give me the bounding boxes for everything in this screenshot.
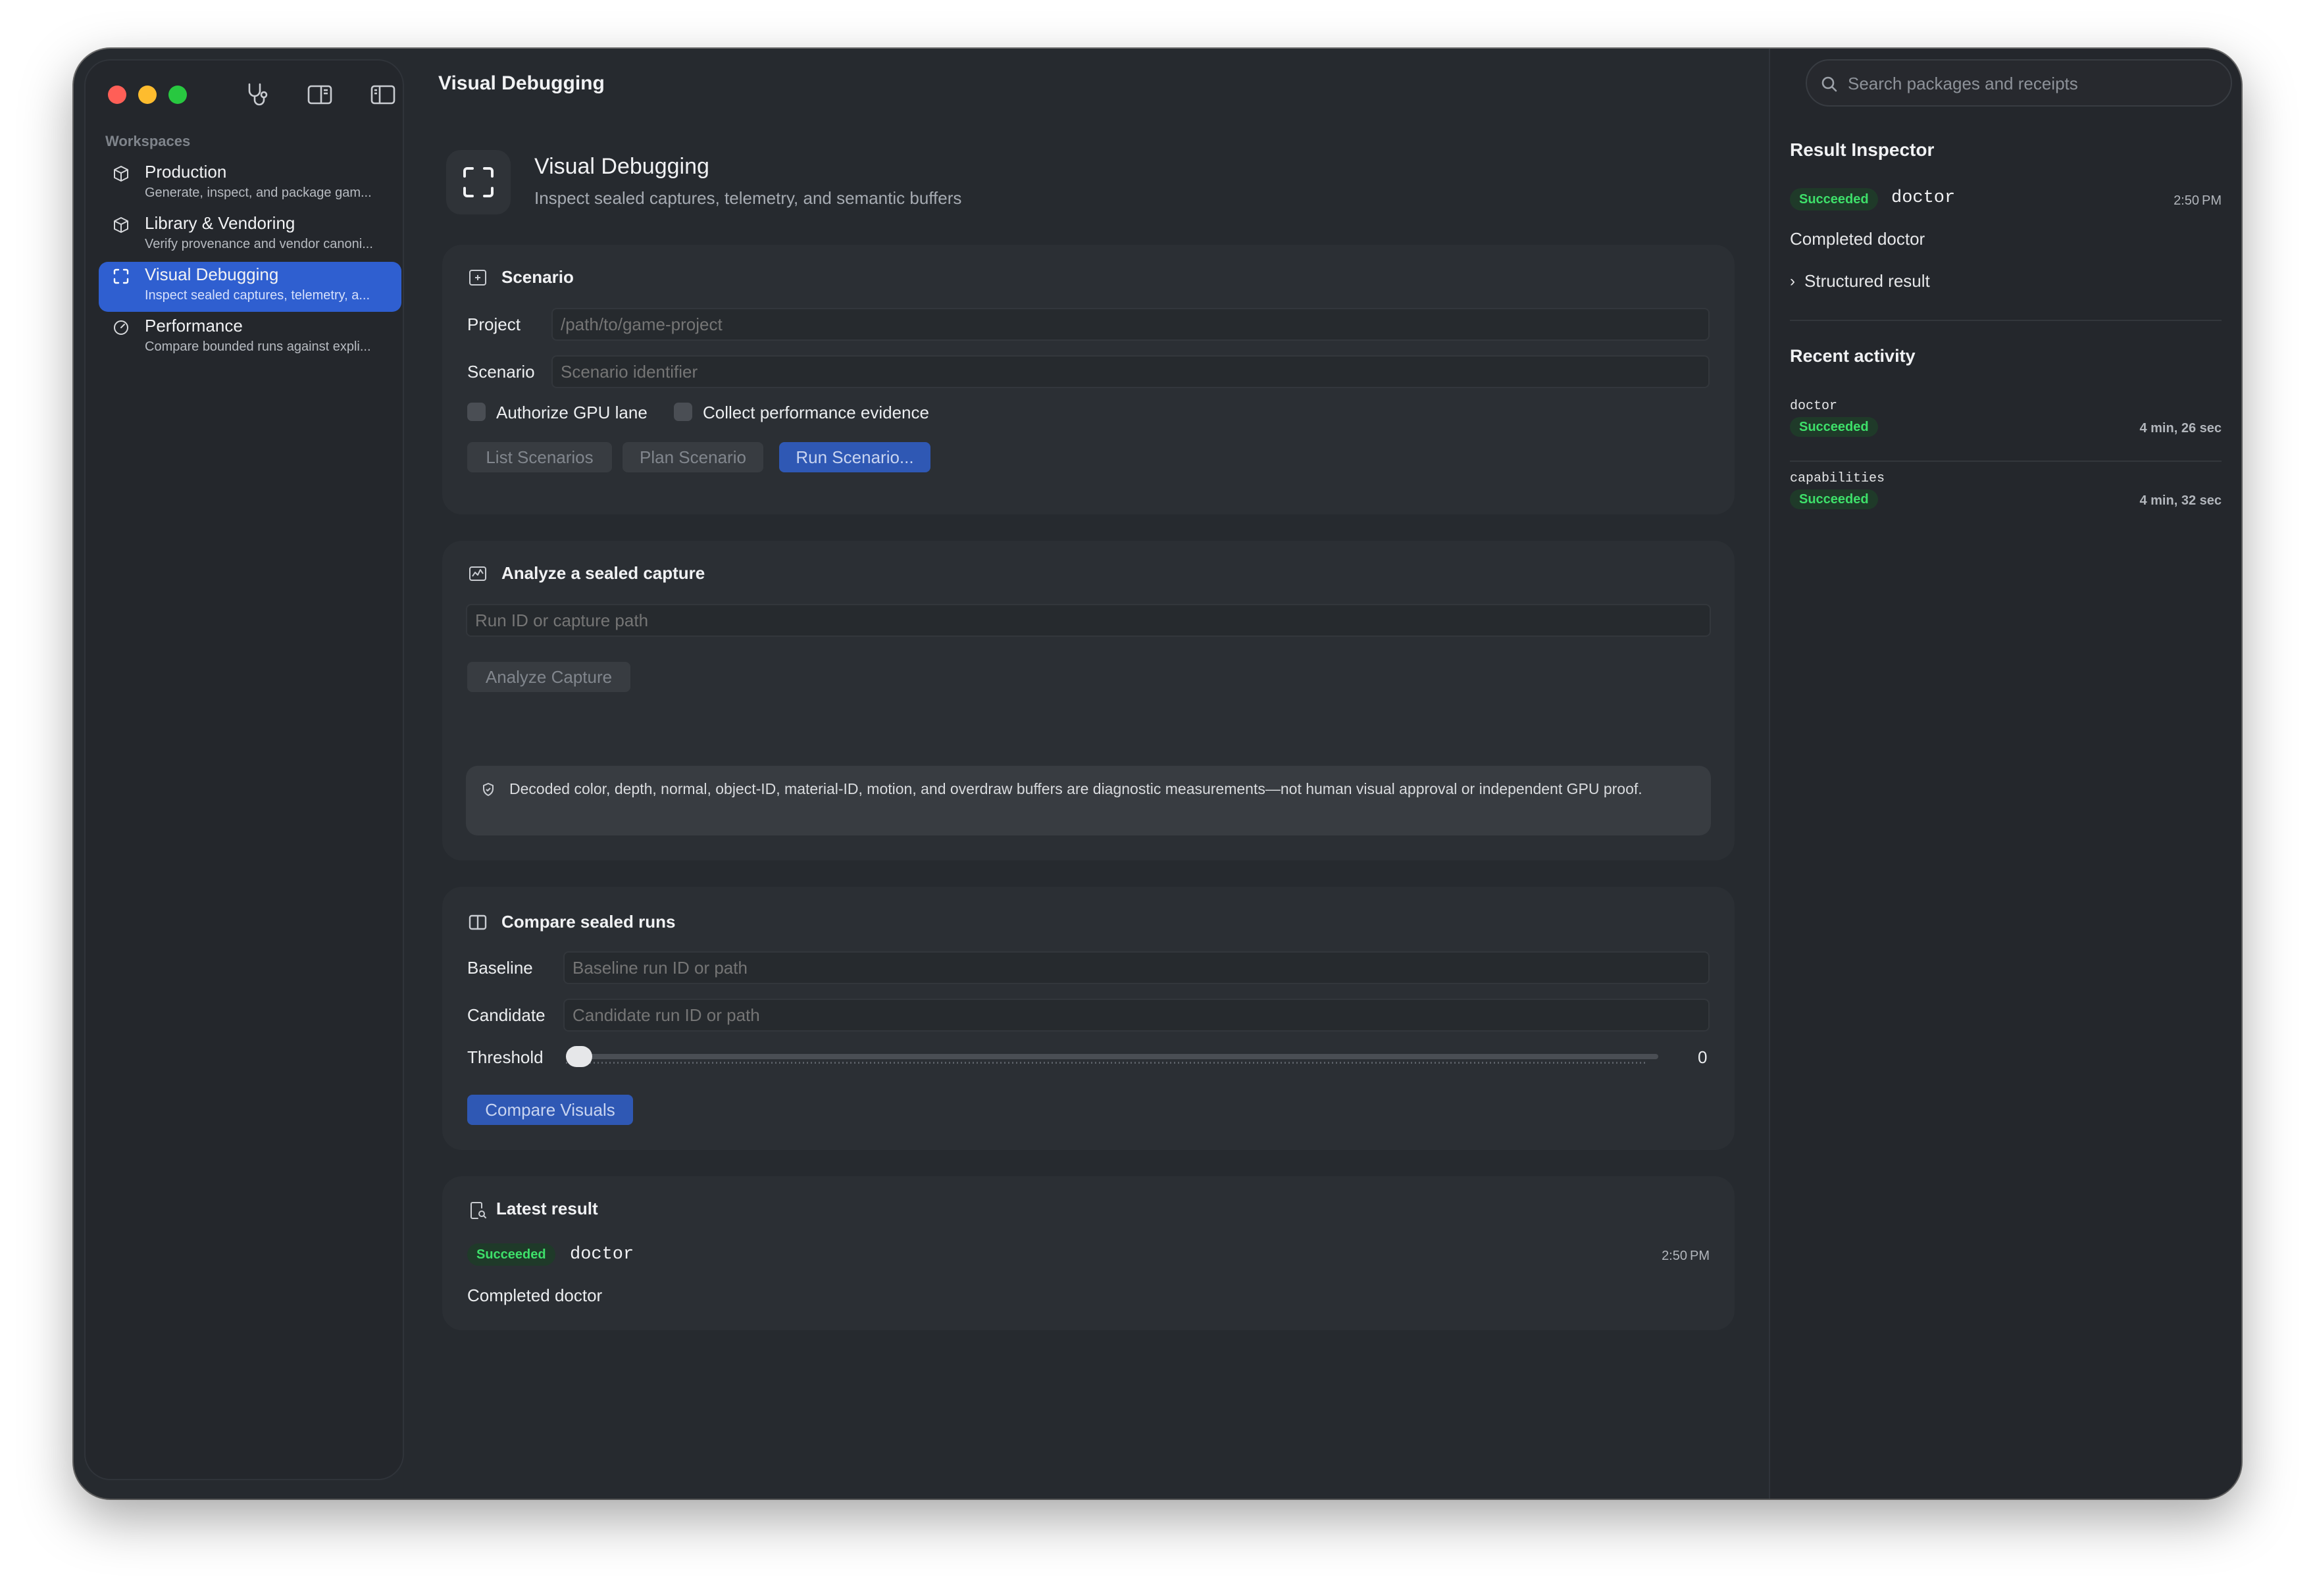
candidate-label: Candidate [467,1005,546,1025]
slider-ticks [566,1062,1645,1064]
status-badge: Succeeded [1790,188,1878,211]
capture-path-input[interactable] [466,604,1711,637]
divider [1790,320,2222,321]
analyze-capture-button[interactable]: Analyze Capture [467,662,630,692]
sidebar-item-production[interactable]: Production Generate, inspect, and packag… [99,159,401,209]
inspector-time: 2:50 PM [2174,193,2222,208]
list-scenarios-button[interactable]: List Scenarios [467,442,612,472]
viewfinder-icon [446,150,511,214]
inspector-command: doctor [1891,188,1956,208]
waveform-icon [467,563,488,584]
slider-knob[interactable] [566,1046,592,1067]
chevron-right-icon: › [1790,272,1795,290]
cube-icon [112,216,130,234]
inspector-title: Result Inspector [1790,139,1935,160]
card-title: Scenario [501,267,574,287]
disclosure-label: Structured result [1804,271,1930,291]
result-message: Completed doctor [467,1285,603,1305]
threshold-slider[interactable] [566,1043,1658,1070]
page-title: Visual Debugging [534,154,709,179]
project-input[interactable] [551,308,1710,341]
search-icon [1821,76,1837,92]
inspector-message: Completed doctor [1790,229,1925,249]
window-title: Visual Debugging [438,72,605,94]
candidate-input[interactable] [563,999,1710,1032]
close-window-button[interactable] [108,86,126,104]
sidebar-item-subtitle: Verify provenance and vendor canoni... [145,237,373,251]
threshold-label: Threshold [467,1047,544,1067]
sidebar-item-subtitle: Inspect sealed captures, telemetry, a... [145,288,370,303]
structured-result-disclosure[interactable]: › Structured result [1790,270,1987,293]
minimize-window-button[interactable] [138,86,157,104]
activity-duration: 4 min, 32 sec [2139,493,2222,508]
main-content: Visual Debugging Visual Debugging Inspec… [403,49,1769,1499]
activity-row[interactable]: doctor Succeeded 4 min, 26 sec [1790,399,2222,451]
card-title: Compare sealed runs [501,912,676,932]
plan-scenario-button[interactable]: Plan Scenario [623,442,763,472]
run-scenario-button[interactable]: Run Scenario... [779,442,930,472]
status-badge: Succeeded [1790,489,1878,509]
split-view-icon[interactable] [305,80,334,109]
latest-result-card: Latest result Succeeded doctor 2:50 PM C… [442,1176,1735,1330]
sidebar-item-subtitle: Compare bounded runs against expli... [145,339,371,354]
scenario-card: Scenario Project Scenario Authorize GPU … [442,245,1735,514]
viewfinder-icon [112,267,130,286]
result-command: doctor [570,1245,634,1264]
shield-check-icon [480,782,496,797]
result-time: 2:50 PM [1662,1249,1710,1263]
cube-icon [112,164,130,183]
sidebar-toggle-icon[interactable] [369,80,397,109]
sidebar-item-visual-debugging[interactable]: Visual Debugging Inspect sealed captures… [99,262,401,312]
sidebar: Workspaces Production Generate, inspect,… [84,59,404,1480]
authorize-gpu-checkbox[interactable] [467,403,486,421]
scenario-label: Scenario [467,362,535,382]
project-label: Project [467,314,521,334]
document-search-icon [467,1200,488,1221]
result-inspector-panel: Search packages and receipts Result Insp… [1769,49,2241,1499]
search-field[interactable]: Search packages and receipts [1806,59,2232,107]
threshold-value: 0 [1698,1047,1708,1067]
app-window: Workspaces Production Generate, inspect,… [74,49,2241,1499]
status-badge: Succeeded [1790,417,1878,437]
baseline-label: Baseline [467,958,533,978]
collect-performance-label: Collect performance evidence [703,403,929,422]
baseline-input[interactable] [563,951,1710,984]
sidebar-item-performance[interactable]: Performance Compare bounded runs against… [99,313,401,363]
split-view-icon [467,912,488,933]
scenario-icon [467,267,488,288]
notice-text: Decoded color, depth, normal, object-ID,… [509,780,1642,797]
sidebar-item-title: Production [145,162,227,182]
compare-runs-card: Compare sealed runs Baseline Candidate T… [442,887,1735,1150]
activity-command: capabilities [1790,471,1885,486]
search-placeholder: Search packages and receipts [1848,74,2078,93]
card-title: Analyze a sealed capture [501,563,705,583]
compare-visuals-button[interactable]: Compare Visuals [467,1095,633,1125]
stethoscope-icon[interactable] [243,80,272,109]
divider [1790,461,2222,462]
sidebar-item-subtitle: Generate, inspect, and package gam... [145,186,372,200]
authorize-gpu-label: Authorize GPU lane [496,403,648,422]
activity-row[interactable]: capabilities Succeeded 4 min, 32 sec [1790,471,2222,524]
sidebar-item-title: Visual Debugging [145,264,279,284]
diagnostic-notice: Decoded color, depth, normal, object-ID,… [466,766,1711,835]
card-title: Latest result [496,1199,598,1218]
sidebar-item-title: Library & Vendoring [145,213,295,233]
collect-performance-checkbox[interactable] [674,403,692,421]
sidebar-item-title: Performance [145,316,243,336]
page-subtitle: Inspect sealed captures, telemetry, and … [534,188,962,208]
activity-duration: 4 min, 26 sec [2139,421,2222,436]
status-badge: Succeeded [467,1243,555,1266]
slider-track [566,1054,1658,1059]
zoom-window-button[interactable] [168,86,187,104]
activity-command: doctor [1790,399,1838,414]
recent-activity-title: Recent activity [1790,346,1916,366]
gauge-icon [112,318,130,337]
scenario-input[interactable] [551,355,1710,388]
sidebar-item-library-vendoring[interactable]: Library & Vendoring Verify provenance an… [99,211,401,261]
analyze-capture-card: Analyze a sealed capture Analyze Capture… [442,541,1735,860]
workspaces-label: Workspaces [105,133,191,149]
